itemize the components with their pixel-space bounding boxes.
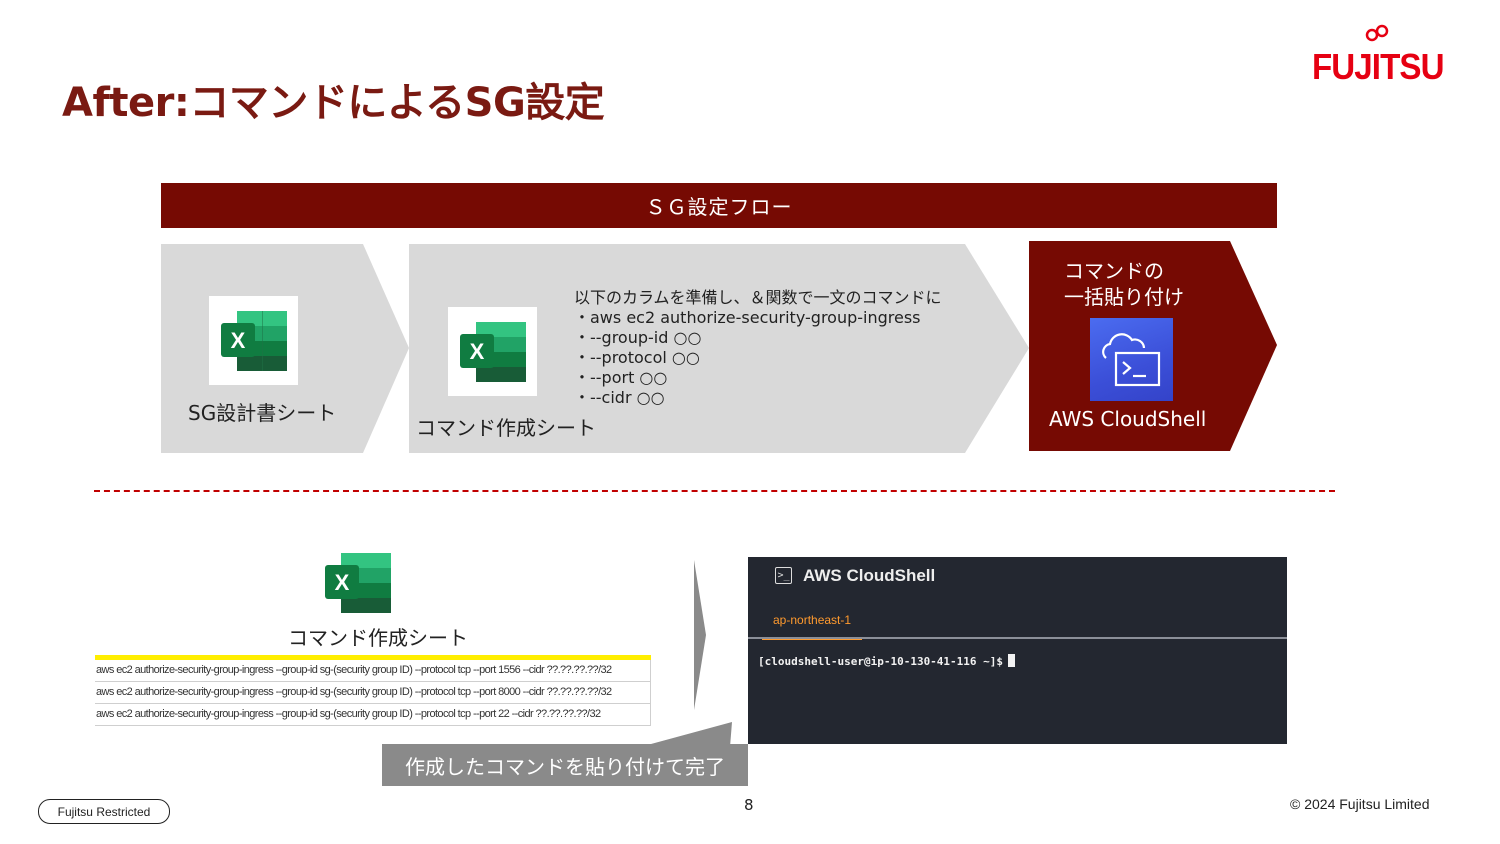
flow-header: ＳＧ設定フロー [161,183,1277,228]
step2-label: コマンド作成シート [416,416,596,440]
description-line: 以下のカラムを準備し、＆関数で一文のコマンドに [574,288,942,307]
excel-icon: X [220,310,287,371]
cloud-terminal-icon [1102,333,1161,387]
callout-box: 作成したコマンドを貼り付けて完了 [382,744,748,786]
command-sheet-table: aws ec2 authorize-security-group-ingress… [95,655,651,726]
excel-icon: X [459,321,526,382]
terminal-tab-separator [748,637,1287,639]
bottom-sheet-label: コマンド作成シート [288,626,468,650]
step1-label: SG設計書シート [188,401,337,425]
terminal-cursor [1008,654,1016,667]
step3-label-line1: コマンドの [1064,259,1164,283]
description-line: ・--group-id ○○ [574,328,702,347]
terminal-title: AWS CloudShell [803,566,936,585]
step1-excel-icon-frame: X [209,296,298,385]
description-line: ・--protocol ○○ [574,348,700,367]
description-line: ・aws ec2 authorize-security-group-ingres… [574,308,921,327]
svg-text:X: X [230,328,245,353]
table-row: aws ec2 authorize-security-group-ingress… [95,704,651,726]
description-line: ・--port ○○ [574,368,668,387]
excel-icon: X [325,553,391,613]
terminal-icon: >_ [775,567,792,584]
page-number: 8 [744,796,754,814]
copyright: © 2024 Fujitsu Limited [1290,796,1430,812]
section-divider [94,490,1335,492]
step2-description: 以下のカラムを準備し、＆関数で一文のコマンドに ・aws ec2 authori… [574,288,942,408]
step3-label-line2: 一括貼り付け [1064,285,1184,309]
arrow-right-icon [694,560,706,710]
step2-excel-icon-frame: X [448,307,537,396]
fujitsu-logo: FUJITSU [1310,22,1455,94]
step3-service-label: AWS CloudShell [1049,407,1207,431]
terminal-prompt[interactable]: [cloudshell-user@ip-10-130-41-116 ~]$ [758,654,1016,668]
table-row: aws ec2 authorize-security-group-ingress… [95,682,651,704]
svg-text:X: X [335,570,350,595]
page-title: After:コマンドによるSG設定 [62,80,605,126]
bottom-excel-icon-wrap: X [322,551,394,619]
cloudshell-icon [1090,318,1173,401]
table-row: aws ec2 authorize-security-group-ingress… [95,660,651,682]
fujitsu-logo-text: FUJITSU [1312,46,1444,87]
description-line: ・--cidr ○○ [574,388,665,407]
cloudshell-terminal[interactable]: >_ AWS CloudShell ap-northeast-1 [clouds… [748,557,1287,744]
tab-region[interactable]: ap-northeast-1 [762,613,863,640]
svg-text:X: X [469,339,484,364]
classification-badge: Fujitsu Restricted [38,799,170,824]
prompt-text: [cloudshell-user@ip-10-130-41-116 ~]$ [758,655,1004,668]
